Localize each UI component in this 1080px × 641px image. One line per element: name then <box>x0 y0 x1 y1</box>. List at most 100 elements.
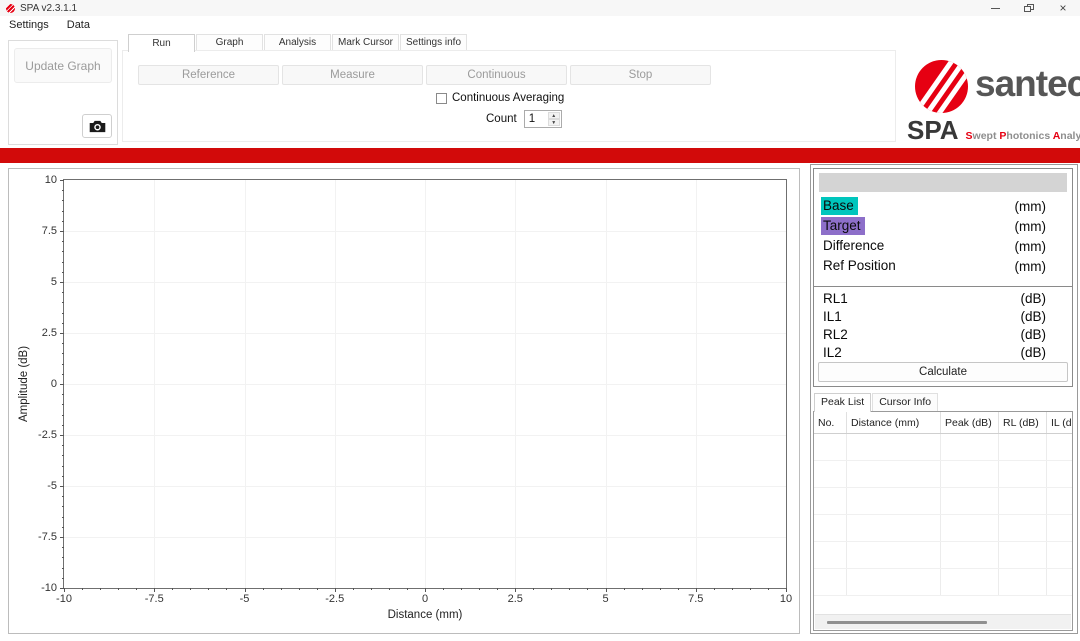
peak-column-header: No. <box>814 412 847 433</box>
tab-run[interactable]: Run <box>128 34 195 52</box>
peak-table-cell <box>941 434 999 460</box>
santec-branding: santec SPA Swept Photonics Analyzer <box>905 55 1075 145</box>
peak-table-cell <box>847 515 941 541</box>
y-axis-title: Amplitude (dB) <box>17 179 31 589</box>
rl2-unit: (dB) <box>1020 327 1046 342</box>
x-tick-label: -2.5 <box>325 593 344 605</box>
il2-unit: (dB) <box>1020 345 1046 360</box>
peak-table-cell <box>1047 569 1073 595</box>
loss-rows: RL1 (dB) IL1 (dB) RL2 (dB) IL2 (dB) <box>814 289 1072 361</box>
difference-row: Difference (mm) <box>814 236 1072 256</box>
x-tick-label: 2.5 <box>508 593 523 605</box>
close-button[interactable]: × <box>1046 0 1080 16</box>
scrollbar-thumb[interactable] <box>827 621 987 624</box>
y-gridline <box>64 282 786 283</box>
run-tab-panel: Reference Measure Continuous Stop Contin… <box>122 50 896 142</box>
tab-mark-cursor[interactable]: Mark Cursor <box>332 34 399 50</box>
y-minor-tick <box>62 313 64 314</box>
horizontal-scrollbar[interactable] <box>815 614 1071 629</box>
x-minor-tick <box>533 588 534 590</box>
peak-table-cell <box>941 488 999 514</box>
continuous-averaging-label: Continuous Averaging <box>452 92 564 104</box>
y-tick-label: -7.5 <box>38 531 57 543</box>
tab-peak-list[interactable]: Peak List <box>814 393 871 412</box>
target-label: Target <box>821 217 865 235</box>
il2-row: IL2 (dB) <box>814 343 1072 361</box>
x-tick <box>515 588 516 592</box>
tab-settings-info[interactable]: Settings info <box>400 34 467 50</box>
menu-settings[interactable]: Settings <box>0 19 58 31</box>
restore-button[interactable] <box>1012 0 1046 16</box>
y-minor-tick <box>62 568 64 569</box>
continuous-averaging-checkbox[interactable] <box>436 93 447 104</box>
peak-table-cell <box>999 488 1047 514</box>
restore-icon <box>1024 4 1034 13</box>
peak-table-cell <box>1047 461 1073 487</box>
y-tick-label: 2.5 <box>42 327 57 339</box>
x-minor-tick <box>82 588 83 590</box>
y-minor-tick <box>62 221 64 222</box>
continuous-averaging-row: Continuous Averaging <box>436 91 564 105</box>
count-spinner[interactable]: 1 ▲ ▼ <box>524 110 562 128</box>
x-minor-tick <box>226 588 227 590</box>
x-minor-tick <box>642 588 643 590</box>
peak-table-cell <box>814 542 847 568</box>
rl2-label: RL2 <box>823 327 848 342</box>
minimize-button[interactable] <box>978 0 1012 16</box>
y-tick <box>60 588 64 589</box>
count-value: 1 <box>529 113 535 125</box>
peak-list-table: No.Distance (mm)Peak (dB)RL (dB)IL (dB) <box>813 411 1073 631</box>
peak-table-cell <box>941 461 999 487</box>
y-minor-tick <box>62 415 64 416</box>
peak-column-header: RL (dB) <box>999 412 1047 433</box>
peak-table-cell <box>1047 488 1073 514</box>
x-tick <box>335 588 336 592</box>
x-minor-tick <box>263 588 264 590</box>
window-title: SPA v2.3.1.1 <box>20 3 77 14</box>
y-tick <box>60 384 64 385</box>
tab-cursor-info[interactable]: Cursor Info <box>872 393 938 411</box>
peak-table-body <box>814 434 1072 596</box>
screenshot-button[interactable] <box>82 114 112 138</box>
y-minor-tick <box>62 425 64 426</box>
menu-bar: Settings Data <box>0 16 1080 33</box>
peak-table-cell <box>814 434 847 460</box>
y-tick <box>60 486 64 487</box>
peak-table-cell <box>814 515 847 541</box>
y-tick-label: -10 <box>41 582 57 594</box>
count-label: Count <box>486 113 517 125</box>
peak-table-cell <box>999 461 1047 487</box>
y-minor-tick <box>62 445 64 446</box>
measure-button[interactable]: Measure <box>282 65 423 85</box>
peak-table-header: No.Distance (mm)Peak (dB)RL (dB)IL (dB) <box>814 412 1073 434</box>
count-row: Count 1 ▲ ▼ <box>486 110 562 128</box>
tab-graph[interactable]: Graph <box>196 34 263 50</box>
spin-down-icon[interactable]: ▼ <box>548 119 560 126</box>
base-row: Base (mm) <box>814 196 1072 216</box>
section-divider <box>814 286 1072 287</box>
stop-button[interactable]: Stop <box>570 65 711 85</box>
spin-up-icon[interactable]: ▲ <box>548 112 560 119</box>
menu-data[interactable]: Data <box>58 19 99 31</box>
reference-button[interactable]: Reference <box>138 65 279 85</box>
x-tick <box>696 588 697 592</box>
x-minor-tick <box>389 588 390 590</box>
update-graph-button[interactable]: Update Graph <box>14 48 112 83</box>
x-minor-tick <box>407 588 408 590</box>
y-minor-tick <box>62 455 64 456</box>
peak-table-row <box>814 461 1073 488</box>
x-minor-tick <box>678 588 679 590</box>
plot-area[interactable]: -10-7.5-5-2.502.557.510-10-7.5-5-2.502.5… <box>63 179 787 589</box>
x-tick <box>425 588 426 592</box>
ref-position-unit: (mm) <box>1015 259 1046 274</box>
peak-table-row <box>814 515 1073 542</box>
x-minor-tick <box>569 588 570 590</box>
continuous-button[interactable]: Continuous <box>426 65 567 85</box>
calculate-button[interactable]: Calculate <box>818 362 1068 382</box>
x-minor-tick <box>118 588 119 590</box>
base-label: Base <box>821 197 858 215</box>
y-minor-tick <box>62 506 64 507</box>
x-tick-label: -7.5 <box>145 593 164 605</box>
x-tick <box>154 588 155 592</box>
tab-analysis[interactable]: Analysis <box>264 34 331 50</box>
